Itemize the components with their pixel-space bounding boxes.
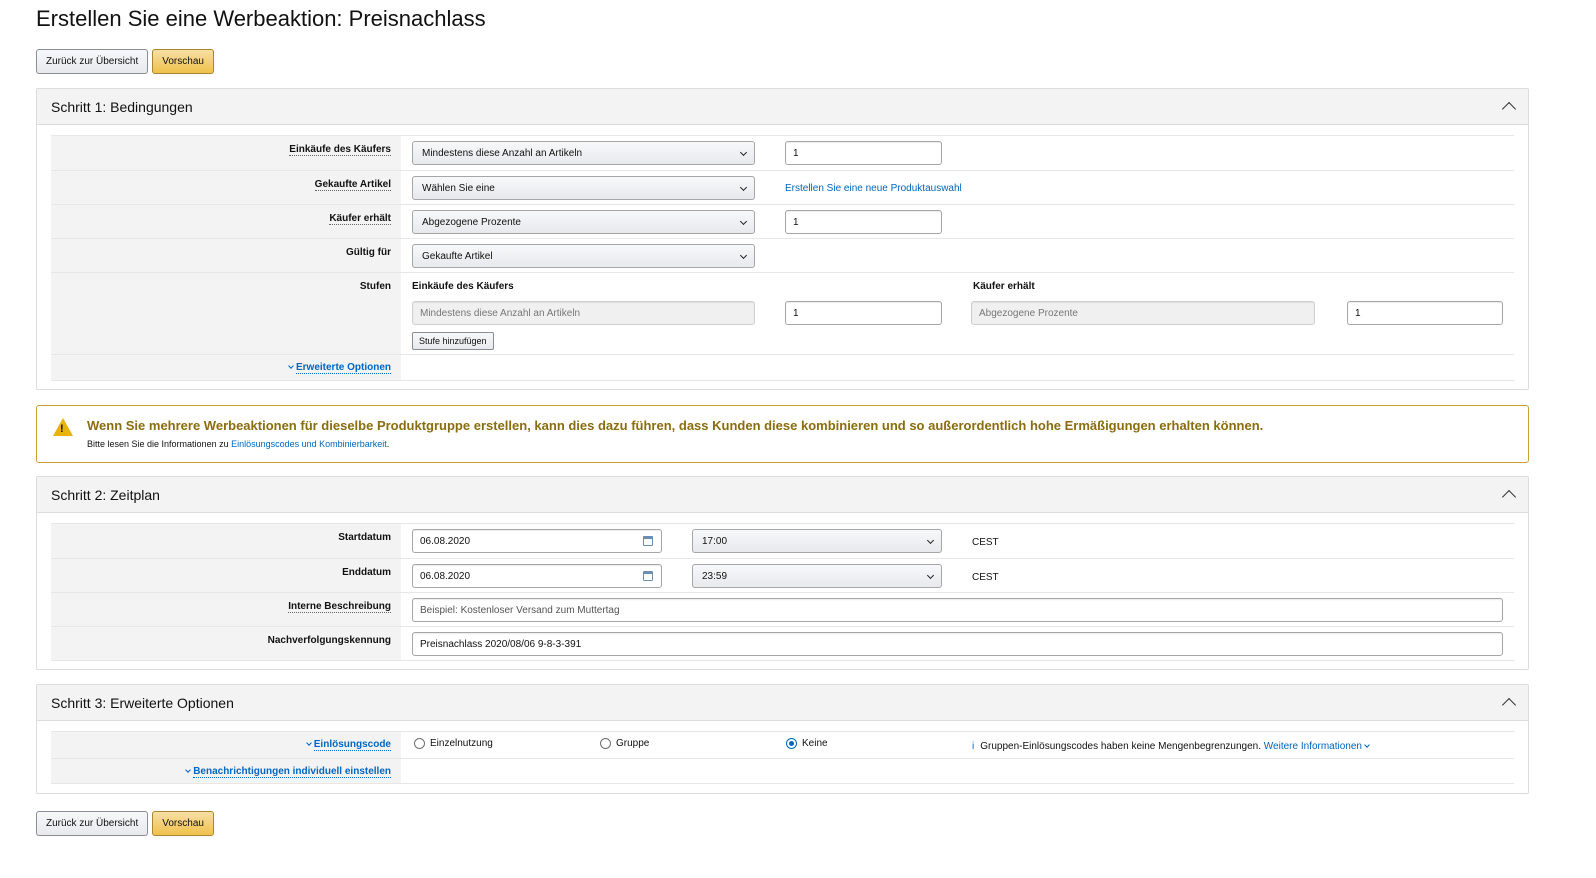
step2-body: Startdatum 06.08.2020 17:00 CEST Enddatu… [37, 513, 1528, 671]
step3-title: Schritt 3: Erweiterte Optionen [51, 694, 234, 711]
chevron-down-icon [926, 536, 935, 545]
chevron-down-icon [739, 217, 748, 226]
step3-body: Einlösungscode Einzelnutzung Gruppe Kein… [37, 721, 1528, 794]
buyer-receives-row: Käufer erhält Abgezogene Prozente 1 [51, 204, 1514, 238]
start-timezone: CEST [972, 537, 999, 548]
tiers-purchases-header: Einkäufe des Käufers [412, 281, 514, 292]
buyer-receives-select[interactable]: Abgezogene Prozente [412, 210, 755, 234]
back-to-overview-button-bottom[interactable]: Zurück zur Übersicht [36, 811, 149, 836]
radio-button-selected[interactable] [786, 738, 797, 749]
radio-none[interactable]: Keine [786, 738, 828, 749]
tracking-id-label: Nachverfolgungskennung [51, 627, 401, 660]
step1-section: Schritt 1: Bedingungen Einkäufe des Käuf… [36, 88, 1529, 390]
redemption-code-label[interactable]: Einlösungscode [51, 732, 401, 758]
page-title: Erstellen Sie eine Werbeaktion: Preisnac… [36, 6, 486, 31]
buyer-receives-value-input[interactable]: 1 [785, 210, 942, 234]
warning-icon: ! [53, 418, 73, 436]
chevron-down-icon [739, 251, 748, 260]
radio-button[interactable] [600, 738, 611, 749]
step3-header[interactable]: Schritt 3: Erweiterte Optionen [37, 685, 1528, 721]
tier-receives-value-input[interactable]: 1 [1347, 301, 1503, 325]
more-info-link[interactable]: Weitere Informationen [1264, 741, 1372, 752]
notifications-toggle[interactable]: Benachrichtigungen individuell einstelle… [51, 759, 401, 783]
tracking-id-input[interactable]: Preisnachlass 2020/08/06 9-8-3-391 [412, 632, 1503, 656]
calendar-icon[interactable] [643, 536, 653, 546]
alert-title: Wenn Sie mehrere Werbeaktionen für diese… [87, 418, 1264, 433]
end-date-label: Enddatum [51, 559, 401, 592]
back-to-overview-button[interactable]: Zurück zur Übersicht [36, 49, 149, 74]
purchases-quantity-input[interactable]: 1 [785, 141, 942, 165]
internal-description-label: Interne Beschreibung [51, 593, 401, 626]
chevron-down-icon [1363, 742, 1370, 748]
alert-text: Bitte lesen Sie die Informationen zu Ein… [87, 439, 390, 449]
step3-section: Schritt 3: Erweiterte Optionen Einlösung… [36, 684, 1529, 794]
start-date-label: Startdatum [51, 524, 401, 558]
step1-header[interactable]: Schritt 1: Bedingungen [37, 89, 1528, 125]
step2-header[interactable]: Schritt 2: Zeitplan [37, 477, 1528, 513]
tiers-label: Stufen [51, 273, 401, 354]
redemption-code-info: i Gruppen-Einlösungscodes haben keine Men… [972, 741, 1372, 752]
tier-receives-type-field: Abgezogene Prozente [971, 301, 1315, 325]
step2-section: Schritt 2: Zeitplan Startdatum 06.08.202… [36, 476, 1529, 670]
create-product-selection-link[interactable]: Erstellen Sie eine neue Produktauswahl [785, 183, 962, 194]
purchased-items-label: Gekaufte Artikel [51, 171, 401, 204]
chevron-down-icon [739, 148, 748, 157]
end-timezone: CEST [972, 572, 999, 583]
tier-purchases-quantity-input[interactable]: 1 [785, 301, 942, 325]
start-time-select[interactable]: 17:00 [692, 529, 942, 553]
chevron-down-icon [926, 571, 935, 580]
radio-button[interactable] [414, 738, 425, 749]
chevron-down-icon [305, 740, 312, 746]
redemption-codes-link[interactable]: Einlösungscodes und Kombinierbarkeit [231, 439, 387, 449]
internal-description-row: Interne Beschreibung Beispiel: Kostenlos… [51, 592, 1514, 626]
tier-purchases-condition-field: Mindestens diese Anzahl an Artikeln [412, 301, 755, 325]
step2-title: Schritt 2: Zeitplan [51, 486, 160, 503]
buyer-receives-label: Käufer erhält [51, 205, 401, 238]
redemption-code-row: Einlösungscode Einzelnutzung Gruppe Kein… [51, 731, 1514, 758]
step1-body: Einkäufe des Käufers Mindestens diese An… [37, 125, 1528, 391]
advanced-options-row: Erweiterte Optionen [51, 354, 1514, 381]
chevron-down-icon [739, 183, 748, 192]
step1-title: Schritt 1: Bedingungen [51, 98, 193, 115]
start-date-row: Startdatum 06.08.2020 17:00 CEST [51, 523, 1514, 558]
purchased-items-select[interactable]: Wählen Sie eine [412, 176, 755, 200]
tiers-row: Stufen Einkäufe des Käufers Käufer erhäl… [51, 272, 1514, 354]
notifications-row: Benachrichtigungen individuell einstelle… [51, 758, 1514, 784]
tracking-id-row: Nachverfolgungskennung Preisnachlass 202… [51, 626, 1514, 661]
purchases-row: Einkäufe des Käufers Mindestens diese An… [51, 135, 1514, 170]
collapse-chevron-icon[interactable] [1501, 489, 1517, 505]
advanced-options-toggle[interactable]: Erweiterte Optionen [51, 355, 401, 380]
combination-warning-alert: ! Wenn Sie mehrere Werbeaktionen für die… [36, 405, 1529, 463]
collapse-chevron-icon[interactable] [1501, 101, 1517, 117]
end-time-select[interactable]: 23:59 [692, 564, 942, 588]
top-button-row: Zurück zur Übersicht Vorschau [36, 49, 214, 74]
purchased-items-row: Gekaufte Artikel Wählen Sie eine Erstell… [51, 170, 1514, 204]
tiers-receives-header: Käufer erhält [973, 281, 1035, 292]
radio-group[interactable]: Gruppe [600, 738, 649, 749]
valid-for-select[interactable]: Gekaufte Artikel [412, 244, 755, 268]
valid-for-label: Gültig für [51, 239, 401, 272]
chevron-down-icon [288, 363, 294, 369]
calendar-icon[interactable] [643, 571, 653, 581]
valid-for-row: Gültig für Gekaufte Artikel [51, 238, 1514, 272]
preview-button[interactable]: Vorschau [152, 49, 214, 74]
bottom-button-row: Zurück zur Übersicht Vorschau [36, 811, 214, 836]
end-date-row: Enddatum 06.08.2020 23:59 CEST [51, 558, 1514, 592]
internal-description-input[interactable]: Beispiel: Kostenloser Versand zum Mutter… [412, 598, 1503, 622]
start-date-input[interactable]: 06.08.2020 [412, 529, 662, 553]
purchases-condition-select[interactable]: Mindestens diese Anzahl an Artikeln [412, 141, 755, 165]
collapse-chevron-icon[interactable] [1501, 697, 1517, 713]
purchases-label: Einkäufe des Käufers [51, 136, 401, 170]
info-icon: i [972, 741, 975, 752]
chevron-down-icon [185, 767, 192, 773]
preview-button-bottom[interactable]: Vorschau [152, 811, 214, 836]
end-date-input[interactable]: 06.08.2020 [412, 564, 662, 588]
add-tier-button[interactable]: Stufe hinzufügen [412, 332, 494, 350]
radio-single-use[interactable]: Einzelnutzung [414, 738, 493, 749]
